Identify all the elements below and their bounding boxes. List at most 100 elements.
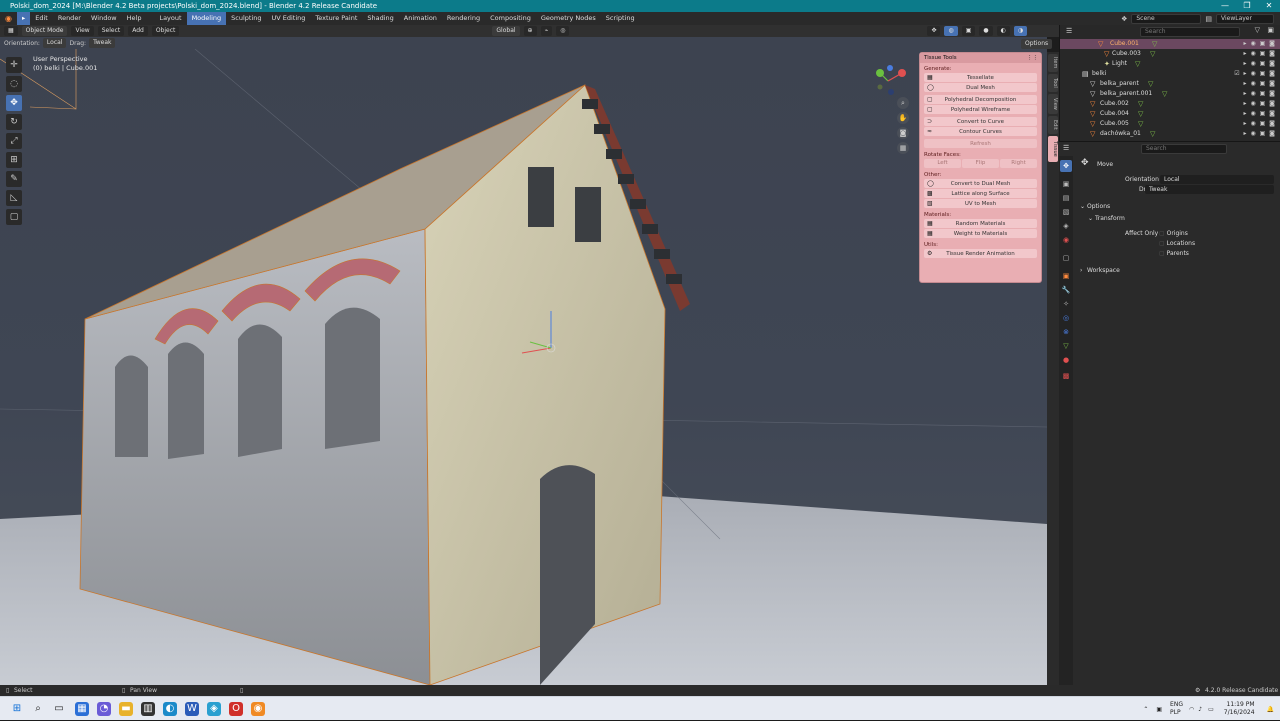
convert-to-dual-mesh-button[interactable]: ◯ Convert to Dual Mesh	[924, 179, 1037, 188]
workspace-tab-texture-paint[interactable]: Texture Paint	[310, 12, 362, 25]
xray-toggle-icon[interactable]: ▣	[961, 26, 976, 36]
blender-taskbar-icon[interactable]: ◉	[251, 702, 265, 716]
select-tool-icon[interactable]: ◌	[6, 76, 22, 92]
shading-rendered-icon[interactable]: ◑	[1013, 26, 1028, 36]
outliner-row[interactable]: ▽ Cube.001 ▽ ▸ ◉ ▣ ◙	[1060, 39, 1280, 49]
workspace-tab-animation[interactable]: Animation	[399, 12, 442, 25]
opera-browser-icon[interactable]: O	[229, 702, 243, 716]
workspace-tab-layout[interactable]: Layout	[154, 12, 186, 25]
workspace-tab-compositing[interactable]: Compositing	[485, 12, 536, 25]
world-tab-icon[interactable]: ◉	[1060, 234, 1072, 246]
measure-tool-icon[interactable]: ◺	[6, 190, 22, 206]
pivot-icon[interactable]: ⊕	[523, 26, 537, 36]
visibility-icons[interactable]: ▸ ◉ ▣ ◙	[1244, 79, 1276, 89]
outliner-row[interactable]: ▽ belka_parent ▽ ▸ ◉ ▣ ◙	[1060, 79, 1280, 89]
tissue-render-animation-button[interactable]: ⚙ Tissue Render Animation	[924, 249, 1037, 258]
menu-edit[interactable]: Edit	[30, 12, 53, 25]
rotate-flip-button[interactable]: Flip	[962, 159, 999, 168]
filter-icon[interactable]: ▽	[1255, 26, 1260, 34]
scene-field[interactable]: Scene	[1131, 13, 1202, 24]
object-tab-icon[interactable]: ▣	[1060, 270, 1072, 282]
proportional-edit-icon[interactable]: ◎	[556, 26, 570, 36]
tray-app-icon[interactable]: ▣	[1152, 706, 1166, 713]
workspace-tab-geometry-nodes[interactable]: Geometry Nodes	[536, 12, 601, 25]
pan-hand-icon[interactable]: ✋	[897, 112, 909, 124]
workspace-tab-uv-editing[interactable]: UV Editing	[267, 12, 311, 25]
sidebar-tab-view[interactable]: View	[1048, 94, 1058, 114]
workspace-tab-shading[interactable]: Shading	[362, 12, 398, 25]
refresh-button[interactable]: Refresh	[924, 139, 1037, 148]
options-dropdown[interactable]: Options	[1021, 39, 1053, 49]
battery-icon[interactable]: ▭	[1204, 706, 1218, 713]
workspace-tab-modeling[interactable]: Modeling	[186, 12, 227, 25]
camera-view-icon[interactable]: ◙	[897, 127, 909, 139]
origins-checkbox[interactable]: ▢ Origins	[1159, 230, 1188, 237]
drag-dropdown[interactable]: Tweak	[89, 38, 116, 48]
workspace-tab-scripting[interactable]: Scripting	[601, 12, 640, 25]
visibility-icons[interactable]: ▸ ◉ ▣ ◙	[1244, 119, 1276, 129]
menu-view[interactable]: View	[71, 26, 94, 36]
file-explorer-icon[interactable]: ▬	[119, 702, 133, 716]
viewlayer-field[interactable]: ViewLayer	[1216, 13, 1274, 24]
add-cube-tool-icon[interactable]: ▢	[6, 209, 22, 225]
particles-tab-icon[interactable]: ✧	[1060, 298, 1072, 310]
workspace-tab-sculpting[interactable]: Sculpting	[226, 12, 266, 25]
sidebar-tab-tool[interactable]: Tool	[1048, 74, 1058, 92]
outliner-row[interactable]: ▽ dachówka_01 ▽ ▸ ◉ ▣ ◙	[1060, 129, 1280, 139]
options-panel-header[interactable]: Options	[1087, 203, 1110, 210]
collection-tab-icon[interactable]: ▢	[1060, 252, 1072, 264]
volume-icon[interactable]: ♪	[1196, 706, 1204, 713]
polyhedral-wireframe-button[interactable]: ▢ Polyhedral Wireframe	[924, 105, 1037, 114]
visibility-icons[interactable]: ☑ ▸ ◉ ▣ ◙	[1234, 69, 1276, 79]
view-layer-tab-icon[interactable]: ▧	[1060, 206, 1072, 218]
sidebar-tab-tissue[interactable]: Tissue	[1048, 136, 1058, 162]
rotate-tool-icon[interactable]: ↻	[6, 114, 22, 130]
cursor-tool-icon[interactable]: ✛	[6, 57, 22, 73]
properties-editor-icon[interactable]: ☰	[1063, 144, 1069, 152]
orientation-dropdown[interactable]: Local	[42, 38, 67, 48]
menu-select[interactable]: Select	[97, 26, 125, 36]
modifiers-tab-icon[interactable]: 🔧	[1060, 284, 1072, 296]
contour-curves-button[interactable]: ≈ Contour Curves	[924, 127, 1037, 136]
lattice-along-surface-button[interactable]: ▩ Lattice along Surface	[924, 189, 1037, 198]
app-icon[interactable]: ◈	[207, 702, 221, 716]
parents-checkbox[interactable]: ▢ Parents	[1159, 250, 1189, 257]
visibility-icons[interactable]: ▸ ◉ ▣ ◙	[1244, 59, 1276, 69]
drag-prop-dropdown[interactable]: Tweak	[1145, 185, 1274, 194]
material-tab-icon[interactable]: ●	[1060, 354, 1072, 366]
orientation-prop-dropdown[interactable]: Local	[1160, 175, 1274, 184]
menu-window[interactable]: Window	[86, 12, 122, 25]
transform-orientation-dropdown[interactable]: Global	[492, 26, 520, 36]
physics-tab-icon[interactable]: ◎	[1060, 312, 1072, 324]
search-icon[interactable]: ⌕	[31, 702, 45, 716]
menu-render[interactable]: Render	[53, 12, 86, 25]
outliner-search-input[interactable]: Search	[1140, 27, 1240, 37]
menu-file-icon[interactable]: ▸	[16, 12, 31, 25]
new-collection-icon[interactable]: ▣	[1267, 26, 1274, 34]
properties-search-input[interactable]: Search	[1141, 144, 1227, 154]
overlay-toggle-icon[interactable]: ◍	[944, 26, 958, 36]
viewport-3d[interactable]: User Perspective (0) belki | Cube.001 ✛ …	[0, 49, 1047, 685]
snap-icon[interactable]: ⌁	[540, 26, 553, 36]
outliner-row[interactable]: ▽ Cube.003 ▽ ▸ ◉ ▣ ◙	[1060, 49, 1280, 59]
outliner-row[interactable]: ▤ belki ☑ ▸ ◉ ▣ ◙	[1060, 69, 1280, 79]
outliner-row[interactable]: ▽ Cube.004 ▽ ▸ ◉ ▣ ◙	[1060, 109, 1280, 119]
workspace-panel-header[interactable]: Workspace	[1087, 267, 1120, 274]
close-button[interactable]: ✕	[1258, 0, 1280, 12]
editor-type-icon[interactable]: ▦	[4, 26, 18, 36]
outliner-row[interactable]: ✦ Light ▽ ▸ ◉ ▣ ◙	[1060, 59, 1280, 69]
maximize-button[interactable]: ❐	[1236, 0, 1258, 12]
sidebar-tab-edit[interactable]: Edit	[1048, 116, 1058, 134]
outliner-editor-icon[interactable]: ☰	[1066, 27, 1072, 35]
chat-icon[interactable]: ◔	[97, 702, 111, 716]
store-icon[interactable]: ▥	[141, 702, 155, 716]
scale-tool-icon[interactable]: ⤢	[6, 133, 22, 149]
tray-expand-icon[interactable]: ⌃	[1139, 706, 1152, 713]
menu-object[interactable]: Object	[151, 26, 180, 36]
weight-to-materials-button[interactable]: ▦ Weight to Materials	[924, 229, 1037, 238]
menu-help[interactable]: Help	[122, 12, 147, 25]
locations-checkbox[interactable]: ▢ Locations	[1159, 240, 1195, 247]
clock[interactable]: 11:19 PM 7/16/2024	[1218, 701, 1261, 717]
visibility-icons[interactable]: ▸ ◉ ▣ ◙	[1244, 129, 1276, 139]
output-properties-tab-icon[interactable]: ▤	[1060, 192, 1072, 204]
